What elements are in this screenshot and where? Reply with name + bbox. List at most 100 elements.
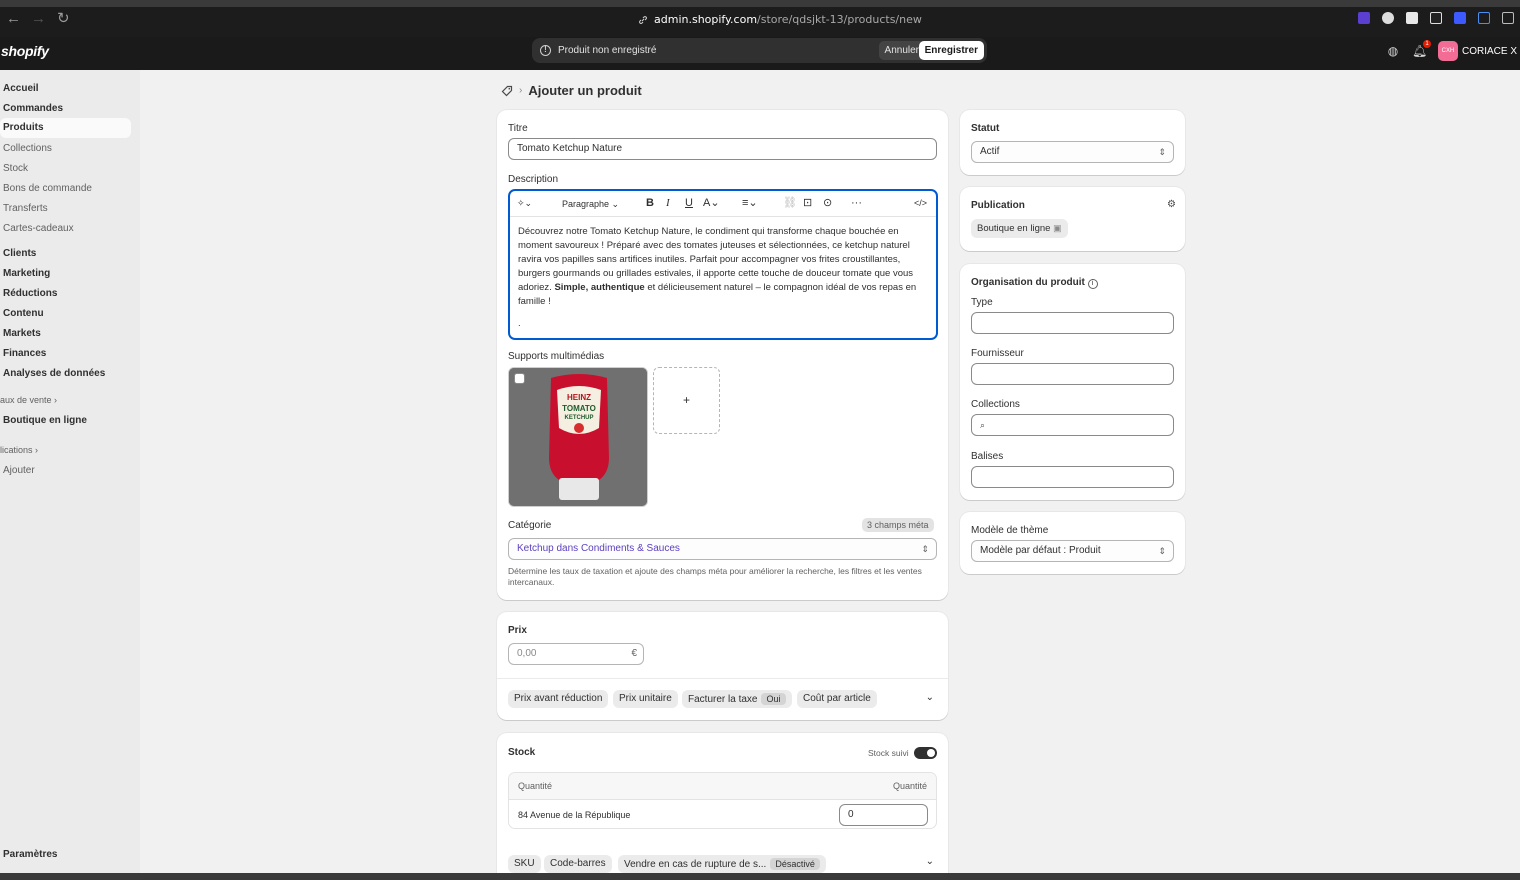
sidebar-item-products[interactable]: Produits	[0, 118, 131, 138]
oos-badge: Désactivé	[770, 858, 820, 870]
sidebar-item-settings[interactable]: Paramètres	[3, 849, 57, 860]
code-view-icon[interactable]: </>	[914, 198, 927, 209]
address-bar[interactable]: admin.shopify.com/store/qdsjkt-13/produc…	[638, 13, 922, 26]
forward-icon[interactable]: →	[31, 11, 46, 26]
bottle-brand-text: HEINZ	[567, 393, 591, 402]
oos-selling-label: Vendre en cas de rupture de s...	[624, 859, 767, 870]
extension-4-icon[interactable]	[1430, 12, 1442, 24]
description-bold: Simple, authentique	[554, 282, 645, 293]
unit-price-pill[interactable]: Prix unitaire	[613, 690, 678, 708]
stock-table-header: Quantité Quantité	[509, 773, 936, 800]
sidebar-item-collections[interactable]: Collections	[3, 143, 52, 154]
media-select-checkbox[interactable]	[514, 373, 525, 384]
extension-1-icon[interactable]	[1358, 12, 1370, 24]
theme-label: Modèle de thème	[971, 525, 1049, 536]
add-media-button[interactable]: +	[653, 367, 720, 434]
qty-header-left: Quantité	[518, 781, 553, 791]
status-card: Statut Actif ⇕	[960, 110, 1185, 175]
store-avatar[interactable]: CXH	[1438, 41, 1458, 61]
sidebar-item-purchase-orders[interactable]: Bons de commande	[3, 183, 92, 194]
product-image[interactable]: HEINZ TOMATO KETCHUP	[508, 367, 648, 507]
channel-pill[interactable]: Boutique en ligne ▣	[971, 219, 1068, 238]
sidebar-item-discounts[interactable]: Réductions	[3, 288, 57, 299]
oos-selling-pill[interactable]: Vendre en cas de rupture de s... Désactiv…	[618, 855, 826, 873]
extension-5-icon[interactable]	[1454, 12, 1466, 24]
sidebar-item-finances[interactable]: Finances	[3, 348, 46, 359]
price-input[interactable]: 0,00 €	[508, 643, 644, 665]
sidebar-item-content[interactable]: Contenu	[3, 308, 44, 319]
charge-tax-label: Facturer la taxe	[688, 694, 758, 705]
charge-tax-pill[interactable]: Facturer la taxe Oui	[682, 690, 792, 708]
more-icon[interactable]: ···	[851, 198, 862, 209]
bell-icon[interactable]: 🔔︎ 1	[1412, 40, 1431, 58]
category-help-text: Détermine les taux de taxation et ajoute…	[508, 566, 922, 587]
vendor-input[interactable]	[971, 363, 1174, 385]
category-select[interactable]: Ketchup dans Condiments & Sauces ⇕	[508, 538, 937, 560]
description-editor[interactable]: ✧⌄ Paragraphe ⌄ B I U A⌄ ≡⌄ ⛓︎ ⊡ ⊙ ··· <…	[508, 189, 938, 340]
sidebar-icon[interactable]	[1502, 12, 1514, 24]
sidebar-item-transfers[interactable]: Transferts	[3, 203, 48, 214]
stock-chevron-down-icon[interactable]: ⌄	[926, 856, 934, 867]
unsaved-message: Produit non enregistré	[558, 45, 657, 56]
sidebar-item-marketing[interactable]: Marketing	[3, 268, 50, 279]
paragraph-select[interactable]: Paragraphe ⌄	[562, 199, 619, 210]
italic-icon[interactable]: I	[666, 198, 670, 209]
sidebar-item-home[interactable]: Accueil	[3, 83, 39, 94]
sidebar-item-analytics[interactable]: Analyses de données	[3, 368, 105, 379]
sku-pill[interactable]: SKU	[508, 855, 541, 873]
location-qty-input[interactable]: 0	[839, 804, 928, 826]
back-icon[interactable]: ←	[6, 11, 21, 26]
description-text[interactable]: Découvrez notre Tomato Ketchup Nature, l…	[518, 225, 928, 331]
image-icon[interactable]: ⊡	[803, 198, 812, 209]
link-icon[interactable]: ⛓︎	[783, 198, 797, 209]
status-select[interactable]: Actif ⇕	[971, 141, 1174, 163]
chevron-down-icon[interactable]: ⌄	[926, 692, 934, 703]
sidebar-item-add-app[interactable]: Ajouter	[3, 465, 35, 476]
ai-magic-icon[interactable]: ✧⌄	[517, 198, 532, 209]
align-icon[interactable]: ≡⌄	[742, 198, 758, 209]
metafields-badge: 3 champs méta	[862, 518, 934, 532]
product-details-card: Titre Tomato Ketchup Nature Description …	[497, 110, 948, 600]
calendar-icon[interactable]: ▣	[1053, 223, 1062, 233]
underline-icon[interactable]: U	[685, 198, 693, 209]
sidebar-item-customers[interactable]: Clients	[3, 248, 36, 259]
type-input[interactable]	[971, 312, 1174, 334]
apps-heading[interactable]: lications ›	[0, 445, 38, 455]
bottle-line2-text: KETCHUP	[564, 415, 593, 421]
compare-price-pill[interactable]: Prix avant réduction	[508, 690, 609, 708]
cost-per-item-pill[interactable]: Coût par article	[797, 690, 877, 708]
extension-3-icon[interactable]	[1406, 12, 1418, 24]
extension-2-icon[interactable]	[1382, 12, 1394, 24]
info-circle-icon[interactable]: i	[1087, 279, 1098, 289]
reload-icon[interactable]: ↻	[57, 11, 70, 26]
sidebar-item-online-store[interactable]: Boutique en ligne	[3, 415, 87, 426]
shopify-logo[interactable]: shopify	[1, 43, 49, 59]
sales-channels-heading[interactable]: aux de vente ›	[0, 395, 57, 405]
vendor-label: Fournisseur	[971, 348, 1024, 359]
barcode-pill[interactable]: Code-barres	[544, 855, 612, 873]
text-color-icon[interactable]: A⌄	[703, 198, 720, 209]
code-icon[interactable]	[1478, 12, 1490, 24]
status-label: Statut	[971, 123, 1000, 134]
title-input[interactable]: Tomato Ketchup Nature	[508, 138, 937, 160]
category-value-main: Ketchup	[517, 543, 554, 554]
video-icon[interactable]: ⊙	[823, 198, 832, 209]
sidebar-item-markets[interactable]: Markets	[3, 328, 41, 339]
sidebar-item-stock[interactable]: Stock	[3, 163, 28, 174]
sidekick-icon[interactable]: ◍	[1386, 44, 1400, 58]
tags-input[interactable]	[971, 466, 1174, 488]
save-button[interactable]: Enregistrer	[918, 41, 984, 60]
sidebar-item-orders[interactable]: Commandes	[3, 103, 63, 114]
theme-template-select[interactable]: Modèle par défaut : Produit ⇕	[971, 540, 1174, 562]
sidebar-item-gift-cards[interactable]: Cartes-cadeaux	[3, 223, 74, 234]
store-name[interactable]: CORIACE X H	[1462, 46, 1520, 57]
collections-search-input[interactable]: ⌕	[971, 414, 1174, 436]
topbar-actions: ◍ 🔔︎1 CXH CORIACE X H	[1386, 40, 1520, 61]
info-icon: !	[540, 45, 551, 56]
stock-card: Stock Stock suivi Quantité Quantité 84 A…	[497, 733, 948, 880]
stock-tracked-toggle[interactable]	[914, 747, 937, 759]
settings-sliders-icon[interactable]: ⚙︎	[1167, 199, 1176, 210]
tag-icon[interactable]	[501, 85, 513, 97]
bold-icon[interactable]: B	[646, 198, 654, 209]
description-label: Description	[508, 174, 559, 185]
